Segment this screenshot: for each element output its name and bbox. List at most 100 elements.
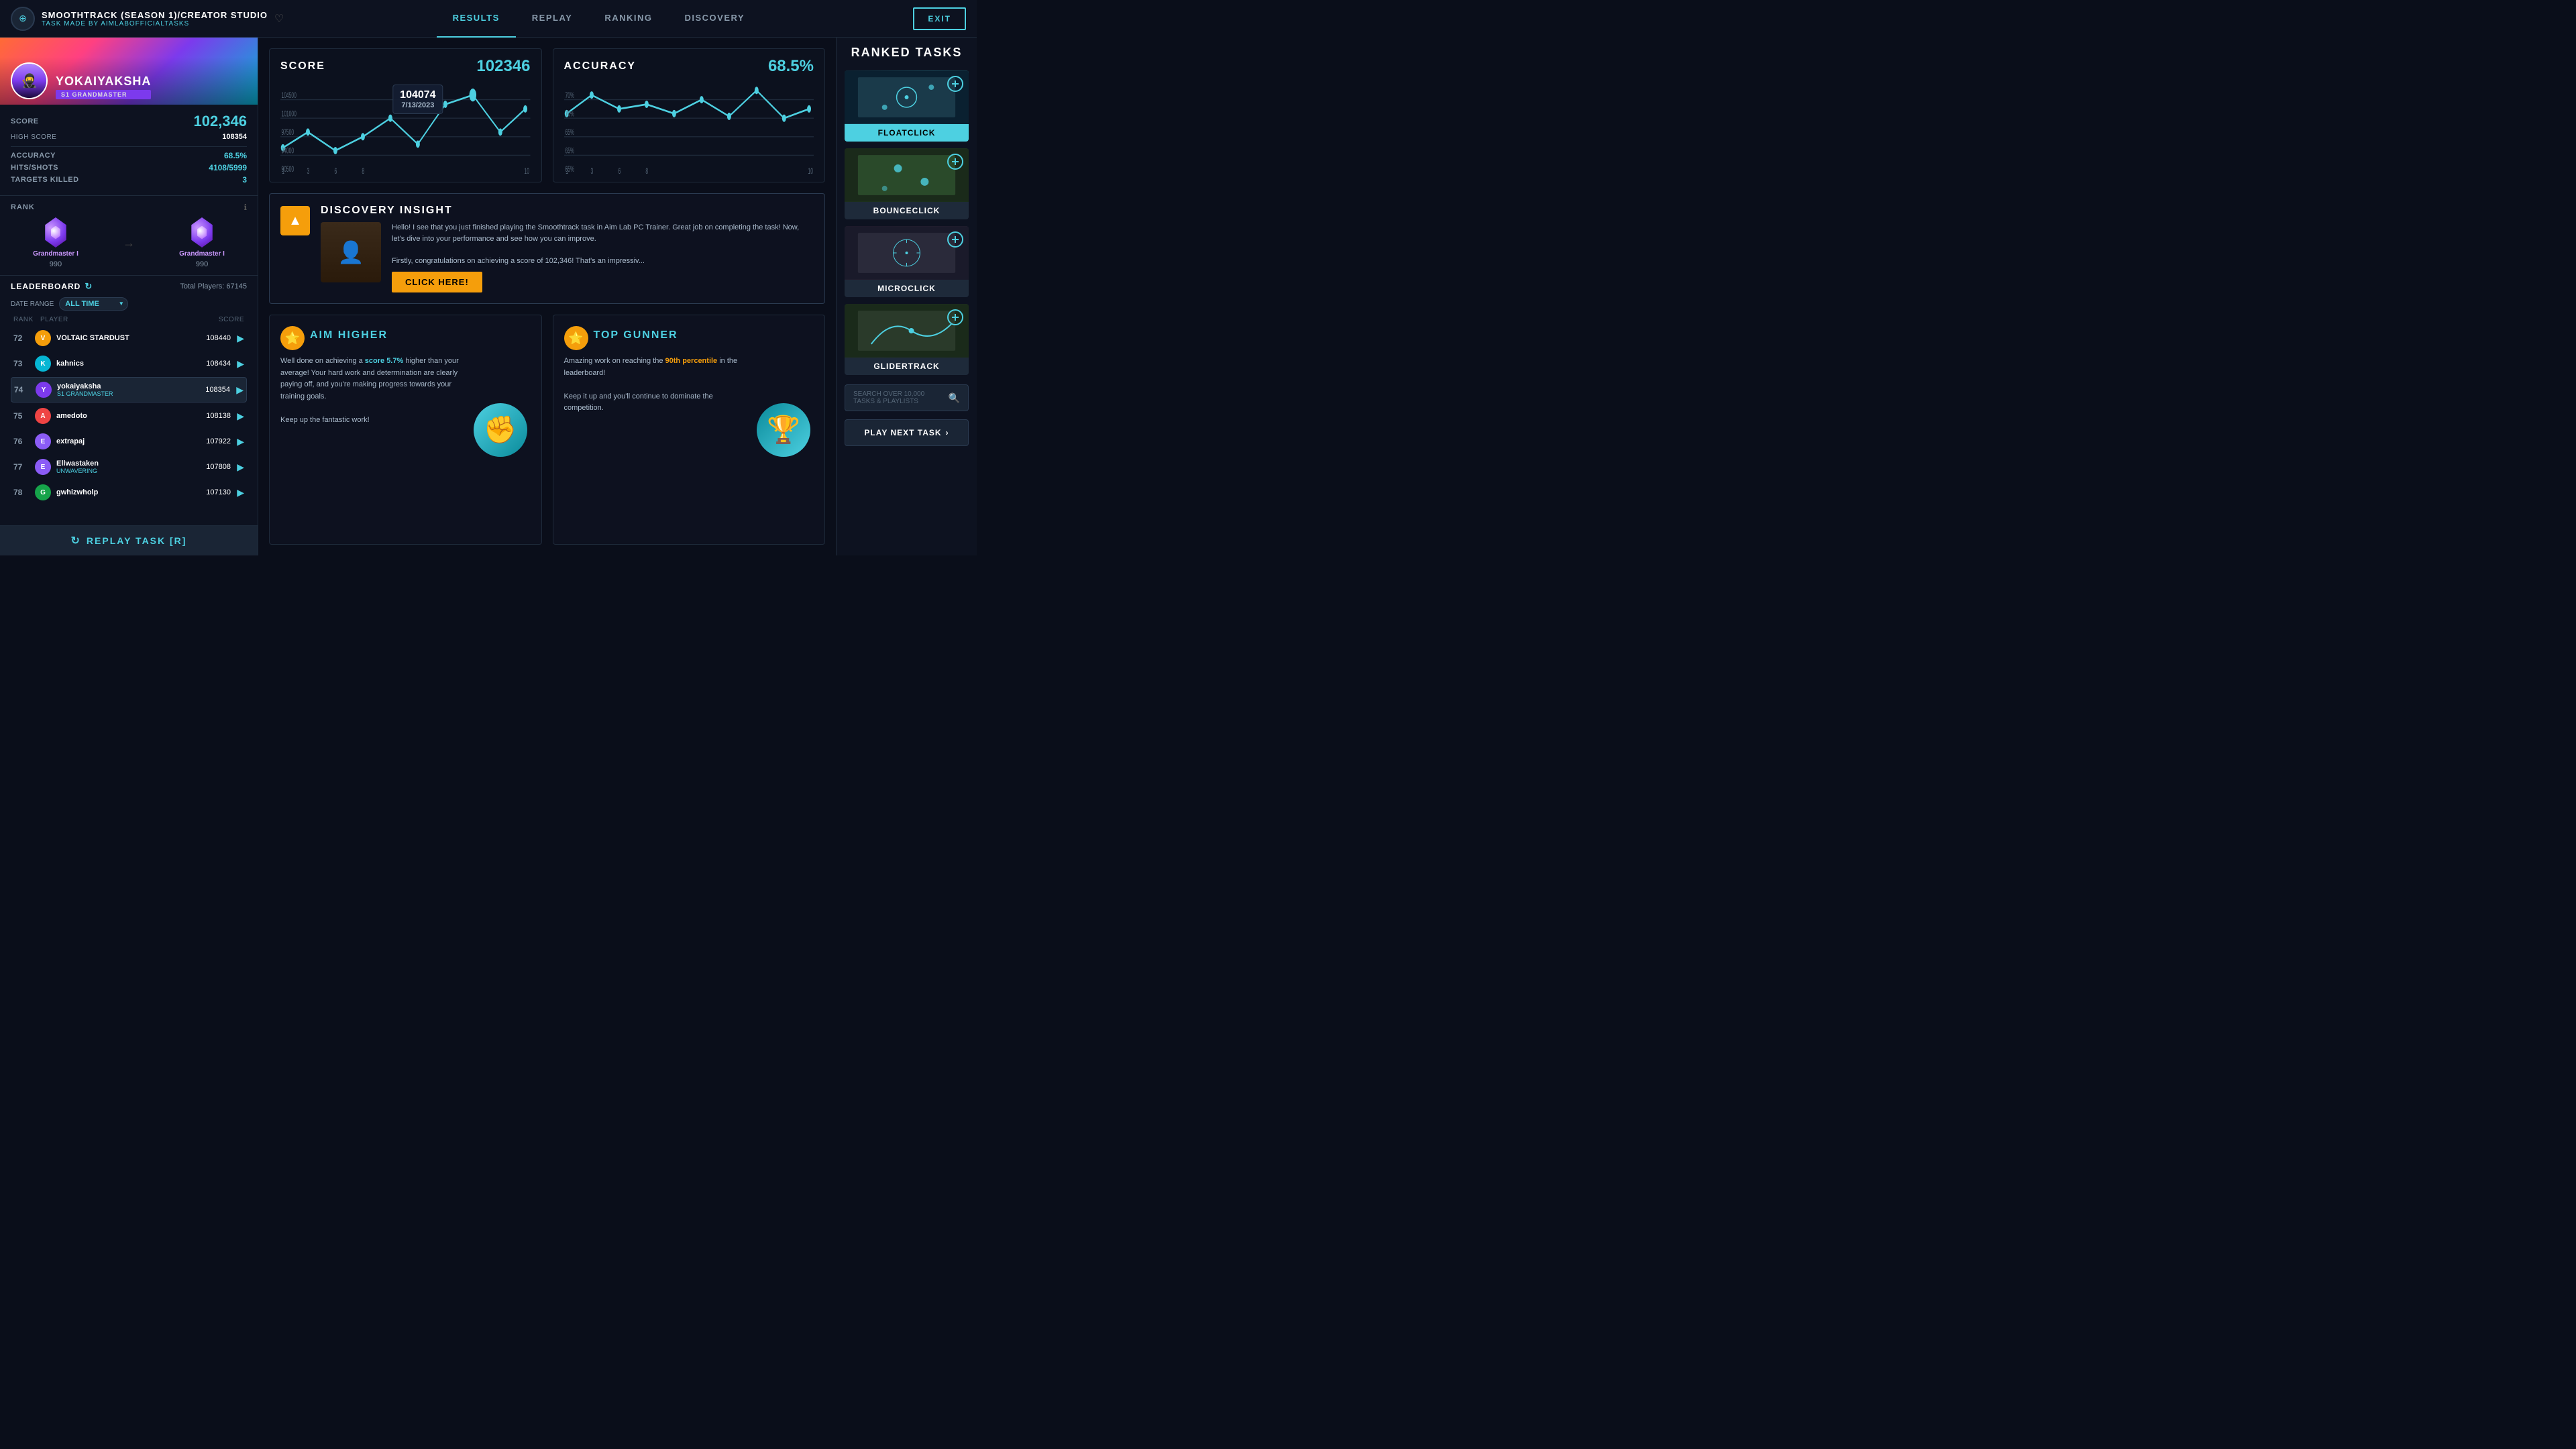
accuracy-chart-header: ACCURACY 68.5%: [564, 57, 814, 76]
rank-title: RANK: [11, 203, 35, 211]
right-panel: RANKED TASKS FLOATCLICK: [836, 38, 977, 555]
score-chart-title: SCORE: [280, 60, 325, 72]
aim-higher-desc: Well done on achieving a score 5.7% high…: [280, 356, 462, 427]
date-range-wrapper[interactable]: ALL TIME THIS WEEK THIS MONTH: [59, 297, 128, 311]
search-icon[interactable]: 🔍: [949, 392, 960, 404]
lb-player-name: amedoto: [56, 412, 187, 420]
header-nav: RESULTS REPLAY RANKING DISCOVERY: [437, 0, 761, 38]
top-gunner-title: TOP GUNNER: [594, 329, 678, 341]
task-name-glidertrack: GLIDERTRACK: [845, 358, 969, 375]
lb-score: 108138: [187, 412, 231, 420]
svg-text:65%: 65%: [565, 128, 574, 138]
play-icon[interactable]: ▶: [237, 411, 244, 422]
play-icon[interactable]: ▶: [237, 462, 244, 473]
lb-player-name: extrapaj: [56, 437, 187, 445]
top-gunner-desc: Amazing work on reaching the 90th percen…: [564, 356, 746, 415]
rank-gem-inner-left: [49, 226, 62, 239]
replay-task-button[interactable]: ↻ REPLAY TASK [R]: [0, 525, 258, 555]
task-card-microclick[interactable]: MICROCLICK: [845, 226, 969, 297]
lb-action[interactable]: ▶: [231, 333, 244, 344]
discovery-icon: ▲: [280, 206, 310, 235]
lb-player-name: gwhizwholp: [56, 488, 187, 496]
lb-avatar: E: [35, 433, 51, 449]
avatar-inner: 🥷: [12, 64, 46, 98]
aim-icon-glidertrack: [947, 309, 963, 325]
discovery-avatar-inner: 👤: [321, 222, 381, 282]
tab-ranking[interactable]: RANKING: [588, 0, 668, 38]
lb-avatar: K: [35, 356, 51, 372]
table-row: 77 E Ellwastaken UNWAVERING 107808 ▶: [11, 455, 247, 479]
top-gunner-highlight: 90th percentile: [665, 357, 718, 365]
play-next-arrow: ›: [946, 428, 949, 437]
aim-icon-bounceclick: [947, 154, 963, 170]
ranked-tasks-title: RANKED TASKS: [845, 46, 969, 60]
play-icon[interactable]: ▶: [237, 436, 244, 447]
tab-replay[interactable]: REPLAY: [516, 0, 589, 38]
svg-text:1: 1: [282, 167, 284, 174]
play-icon[interactable]: ▶: [237, 487, 244, 498]
discovery-title: DISCOVERY INSIGHT: [321, 205, 814, 217]
targets-value: 3: [242, 175, 247, 184]
discovery-body: Hello! I see that you just finished play…: [392, 222, 814, 266]
svg-text:65%: 65%: [565, 147, 574, 156]
discovery-content-area: DISCOVERY INSIGHT 👤 Hello! I see that yo…: [321, 205, 814, 292]
lb-rank-num: 78: [13, 488, 35, 497]
accuracy-label: ACCURACY: [11, 152, 56, 160]
lb-action[interactable]: ▶: [231, 436, 244, 447]
left-panel: 🥷 YOKAIYAKSHA S1 GRANDMASTER SCORE 102,3…: [0, 38, 258, 555]
aim-higher-card: ⭐ AIM HIGHER Well done on achieving a sc…: [269, 315, 542, 545]
click-here-button[interactable]: CLICK HERE!: [392, 272, 482, 292]
tab-discovery[interactable]: DISCOVERY: [669, 0, 761, 38]
bottom-cards: ⭐ AIM HIGHER Well done on achieving a sc…: [269, 315, 825, 545]
discovery-card: ▲ DISCOVERY INSIGHT 👤 Hello! I see that …: [269, 193, 825, 304]
svg-text:6: 6: [334, 167, 337, 174]
lb-action[interactable]: ▶: [231, 487, 244, 498]
rank-name-right: Grandmaster I: [179, 250, 225, 258]
search-placeholder: SEARCH OVER 10,000 TASKS & PLAYLISTS: [853, 390, 943, 405]
play-next-task-button[interactable]: PLAY NEXT TASK ›: [845, 419, 969, 446]
task-card-floatclick[interactable]: FLOATCLICK: [845, 70, 969, 142]
score-label: SCORE: [11, 117, 39, 125]
profile-name-group: YOKAIYAKSHA S1 GRANDMASTER: [56, 74, 151, 99]
high-score-label: HIGH SCORE: [11, 133, 56, 141]
lb-action[interactable]: ▶: [230, 384, 244, 396]
tab-results[interactable]: RESULTS: [437, 0, 516, 38]
accuracy-chart-card: ACCURACY 68.5%: [553, 48, 826, 182]
accuracy-row: ACCURACY 68.5%: [11, 151, 247, 160]
refresh-icon[interactable]: ↻: [85, 281, 93, 292]
high-score-value: 108354: [222, 133, 247, 141]
avatar: 🥷: [11, 62, 48, 99]
lb-action[interactable]: ▶: [231, 462, 244, 473]
favorite-icon[interactable]: ♡: [274, 12, 284, 25]
top-gunner-content: ⭐ TOP GUNNER Amazing work on reaching th…: [564, 326, 746, 533]
search-bar[interactable]: SEARCH OVER 10,000 TASKS & PLAYLISTS 🔍: [845, 384, 969, 411]
score-row: SCORE 102,346: [11, 113, 247, 130]
rank-gem-right: [187, 217, 217, 248]
leaderboard-col-headers: RANK PLAYER SCORE: [11, 316, 247, 323]
task-name-floatclick: FLOATCLICK: [845, 124, 969, 142]
header-title-group: SMOOTHTRACK (SEASON 1)/CREATOR STUDIO TA…: [42, 10, 268, 28]
app-logo: ⊕: [11, 7, 35, 31]
date-range-select[interactable]: ALL TIME THIS WEEK THIS MONTH: [59, 297, 128, 311]
lb-score: 107922: [187, 437, 231, 445]
play-icon[interactable]: ▶: [237, 333, 244, 344]
exit-button[interactable]: EXIT: [913, 7, 966, 30]
task-card-bounceclick[interactable]: BOUNCECLICK: [845, 148, 969, 219]
play-icon[interactable]: ▶: [237, 358, 244, 370]
rank-left: Grandmaster I 990: [33, 217, 78, 268]
leaderboard-title: LEADERBOARD ↻: [11, 281, 93, 292]
lb-action[interactable]: ▶: [231, 411, 244, 422]
task-card-glidertrack[interactable]: GLIDERTRACK: [845, 304, 969, 375]
replay-label: REPLAY TASK [R]: [87, 535, 187, 546]
rank-right: Grandmaster I 990: [179, 217, 225, 268]
info-icon[interactable]: ℹ: [244, 203, 247, 212]
lb-action[interactable]: ▶: [231, 358, 244, 370]
rank-name-left: Grandmaster I: [33, 250, 78, 258]
profile-name: YOKAIYAKSHA: [56, 74, 151, 89]
play-icon[interactable]: ▶: [236, 384, 244, 396]
app-title: SMOOTHTRACK (SEASON 1)/CREATOR STUDIO: [42, 10, 268, 20]
lb-player-name: Ellwastaken UNWAVERING: [56, 460, 187, 474]
col-score: SCORE: [197, 316, 244, 323]
table-row: 74 Y yokaiyaksha S1 GRANDMASTER 108354 ▶: [11, 377, 247, 402]
svg-text:10: 10: [525, 167, 530, 174]
